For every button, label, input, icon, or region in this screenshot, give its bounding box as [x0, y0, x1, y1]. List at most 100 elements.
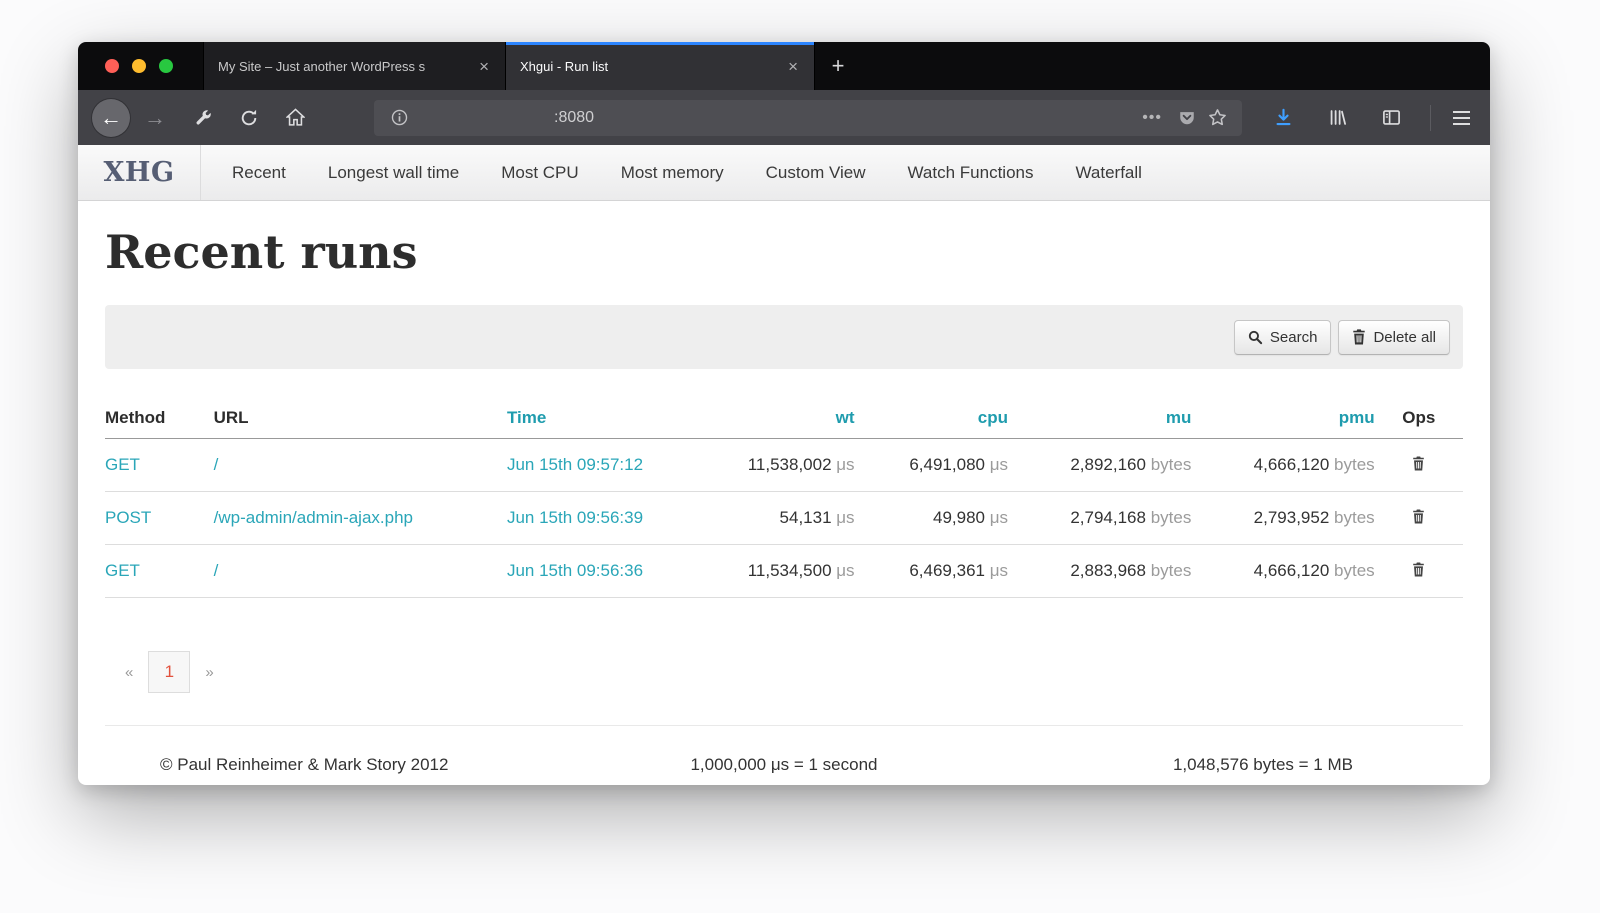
toolbar-right-icons	[1260, 100, 1476, 136]
nav-item-most-cpu[interactable]: Most CPU	[480, 163, 599, 183]
pmu-unit: bytes	[1334, 455, 1375, 474]
col-header-cpu[interactable]: cpu	[855, 399, 1008, 439]
forward-button[interactable]: →	[136, 99, 174, 137]
pmu-value: 2,793,952	[1254, 508, 1330, 527]
delete-all-button[interactable]: Delete all	[1338, 320, 1450, 355]
sidebar-icon[interactable]	[1373, 100, 1409, 136]
delete-run-button[interactable]	[1408, 454, 1429, 473]
delete-run-button[interactable]	[1408, 507, 1429, 526]
current-page-button[interactable]: 1	[148, 651, 190, 693]
col-header-wt[interactable]: wt	[697, 399, 855, 439]
downloads-icon[interactable]	[1265, 100, 1301, 136]
nav-item-watch-functions[interactable]: Watch Functions	[887, 163, 1055, 183]
nav-item-custom-view[interactable]: Custom View	[745, 163, 887, 183]
tab-xhgui-run-list[interactable]: Xhgui - Run list ×	[505, 42, 815, 90]
page-actions-icon[interactable]: •••	[1132, 109, 1172, 127]
run-method-link[interactable]: GET	[105, 561, 140, 580]
search-button[interactable]: Search	[1234, 320, 1332, 355]
page-title: Recent runs	[105, 225, 1463, 279]
mu-value: 2,794,168	[1070, 508, 1146, 527]
bookmark-star-icon[interactable]	[1202, 103, 1232, 133]
run-url-link[interactable]: /	[214, 561, 219, 580]
tab-wordpress-site[interactable]: My Site – Just another WordPress s ×	[203, 42, 505, 90]
pmu-value: 4,666,120	[1254, 455, 1330, 474]
browser-toolbar: ← → :8080 •••	[78, 90, 1490, 145]
zoom-window-button[interactable]	[159, 59, 173, 73]
mu-value: 2,883,968	[1070, 561, 1146, 580]
library-icon[interactable]	[1319, 100, 1355, 136]
nav-item-longest-wall-time[interactable]: Longest wall time	[307, 163, 480, 183]
search-icon	[1248, 330, 1263, 345]
page-content: Recent runs Search Delete all	[78, 225, 1490, 785]
trash-icon	[1352, 329, 1366, 345]
url-host-redacted	[424, 107, 552, 129]
address-bar[interactable]: :8080 •••	[374, 100, 1242, 136]
delete-run-button[interactable]	[1408, 560, 1429, 579]
minimize-window-button[interactable]	[132, 59, 146, 73]
run-method-link[interactable]: POST	[105, 508, 151, 527]
url-port: :8080	[554, 109, 594, 127]
close-window-button[interactable]	[105, 59, 119, 73]
col-header-ops: Ops	[1375, 399, 1463, 439]
reload-icon[interactable]	[231, 100, 267, 136]
search-button-label: Search	[1270, 329, 1318, 346]
run-url-link[interactable]: /	[214, 455, 219, 474]
col-header-time[interactable]: Time	[507, 399, 697, 439]
run-time-link[interactable]: Jun 15th 09:57:12	[507, 455, 643, 474]
next-page-button[interactable]: »	[203, 664, 215, 681]
col-header-pmu[interactable]: pmu	[1191, 399, 1374, 439]
run-url-link[interactable]: /wp-admin/admin-ajax.php	[214, 508, 413, 527]
back-button[interactable]: ←	[92, 99, 130, 137]
wt-value: 11,534,500	[748, 561, 832, 580]
cpu-unit: μs	[990, 508, 1008, 527]
prev-page-button[interactable]: «	[123, 664, 135, 681]
col-header-method: Method	[105, 399, 214, 439]
new-tab-button[interactable]: +	[815, 42, 861, 90]
close-tab-icon[interactable]: ×	[473, 58, 495, 75]
pmu-unit: bytes	[1334, 561, 1375, 580]
col-header-url: URL	[214, 399, 507, 439]
nav-item-waterfall[interactable]: Waterfall	[1054, 163, 1162, 183]
toolbar-separator	[1430, 105, 1431, 131]
nav-item-recent[interactable]: Recent	[211, 163, 307, 183]
site-info-icon[interactable]	[384, 103, 414, 133]
xhgui-nav-links: Recent Longest wall time Most CPU Most m…	[201, 145, 1163, 200]
delete-all-button-label: Delete all	[1373, 329, 1436, 346]
copyright-text: © Paul Reinheimer & Mark Story 2012	[105, 755, 558, 775]
pagination: « 1 »	[105, 651, 1463, 693]
table-row: POST /wp-admin/admin-ajax.php Jun 15th 0…	[105, 492, 1463, 545]
cpu-unit: μs	[990, 561, 1008, 580]
cpu-value: 6,491,080	[909, 455, 985, 474]
wt-unit: μs	[836, 561, 854, 580]
nav-item-most-memory[interactable]: Most memory	[600, 163, 745, 183]
wt-unit: μs	[836, 508, 854, 527]
run-time-link[interactable]: Jun 15th 09:56:36	[507, 561, 643, 580]
wt-unit: μs	[836, 455, 854, 474]
pocket-icon[interactable]	[1172, 103, 1202, 133]
page-footer: © Paul Reinheimer & Mark Story 2012 1,00…	[105, 725, 1463, 785]
page-tools-wrench-icon[interactable]	[185, 100, 221, 136]
microseconds-note: 1,000,000 μs = 1 second	[558, 755, 1011, 775]
run-method-link[interactable]: GET	[105, 455, 140, 474]
mu-unit: bytes	[1151, 561, 1192, 580]
mu-unit: bytes	[1151, 455, 1192, 474]
bytes-note: 1,048,576 bytes = 1 MB	[1010, 755, 1463, 775]
browser-window: My Site – Just another WordPress s × Xhg…	[78, 42, 1490, 785]
mu-unit: bytes	[1151, 508, 1192, 527]
table-header-row: Method URL Time wt cpu mu pmu Ops	[105, 399, 1463, 439]
runs-table: Method URL Time wt cpu mu pmu Ops GET /	[105, 399, 1463, 598]
xhgui-navbar: XHG Recent Longest wall time Most CPU Mo…	[78, 145, 1490, 201]
xhgui-logo[interactable]: XHG	[78, 145, 201, 200]
wt-value: 54,131	[780, 508, 832, 527]
home-icon[interactable]	[277, 100, 313, 136]
pmu-value: 4,666,120	[1254, 561, 1330, 580]
menu-icon[interactable]	[1447, 105, 1476, 131]
desktop-background: My Site – Just another WordPress s × Xhg…	[0, 0, 1600, 913]
col-header-mu[interactable]: mu	[1008, 399, 1191, 439]
tab-bar: My Site – Just another WordPress s × Xhg…	[78, 42, 1490, 90]
window-controls	[78, 42, 203, 90]
close-tab-icon[interactable]: ×	[782, 58, 804, 75]
table-row: GET / Jun 15th 09:56:36 11,534,500 μs 6,…	[105, 545, 1463, 598]
run-time-link[interactable]: Jun 15th 09:56:39	[507, 508, 643, 527]
actions-toolbar: Search Delete all	[105, 305, 1463, 369]
